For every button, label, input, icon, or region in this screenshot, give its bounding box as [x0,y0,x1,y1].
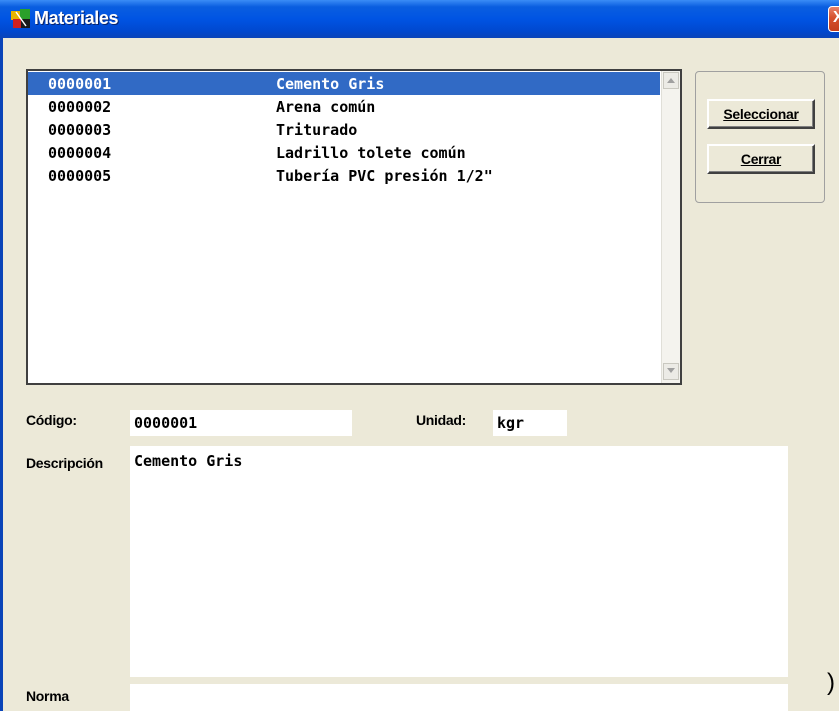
list-item[interactable]: 0000004 Ladrillo tolete común [28,141,660,164]
title-bar[interactable]: Materiales X [0,0,839,38]
app-icon [11,9,30,28]
materiales-window: Materiales X 0000001 Cemento Gris 0000002 A… [0,0,839,711]
list-item[interactable]: 0000005 Tubería PVC presión 1/2" [28,164,660,187]
materials-list[interactable]: 0000001 Cemento Gris 0000002 Arena común 000… [26,69,682,385]
list-item-description: Arena común [276,98,376,116]
close-button[interactable]: Cerrar [707,144,815,174]
code-label: Código: [26,412,77,428]
list-item-code: 0000003 [48,121,112,139]
select-button[interactable]: Seleccionar [707,99,815,129]
code-field[interactable]: 0000001 [130,410,352,436]
stray-glyph: ) [827,669,835,696]
norm-field[interactable] [130,684,788,711]
close-icon: X [833,9,839,26]
scroll-up-icon [667,78,675,83]
list-item-description: Triturado [276,121,358,139]
list-item[interactable]: 0000001 Cemento Gris [28,72,660,95]
scroll-up-button[interactable] [663,72,679,89]
list-item-description: Cemento Gris [276,75,385,93]
action-button-group: Seleccionar Cerrar [695,71,825,203]
window-frame-left [0,38,3,711]
list-item[interactable]: 0000003 Triturado [28,118,660,141]
scroll-down-button[interactable] [663,363,679,380]
list-item-code: 0000001 [48,75,112,93]
list-item-description: Tubería PVC presión 1/2" [276,167,493,185]
unit-field[interactable]: kgr [493,410,567,436]
description-field[interactable]: Cemento Gris [130,446,788,677]
window-title: Materiales [34,8,119,28]
scroll-down-icon [667,368,675,373]
unit-label: Unidad: [416,412,467,428]
list-item-description: Ladrillo tolete común [276,144,466,162]
close-window-button[interactable]: X [828,6,839,32]
norm-label: Norma [26,688,69,704]
list-item-code: 0000004 [48,144,112,162]
list-item[interactable]: 0000002 Arena común [28,95,660,118]
vertical-scrollbar[interactable] [661,71,680,383]
description-label: Descripción [26,455,103,471]
list-item-code: 0000002 [48,98,112,116]
list-item-code: 0000005 [48,167,112,185]
